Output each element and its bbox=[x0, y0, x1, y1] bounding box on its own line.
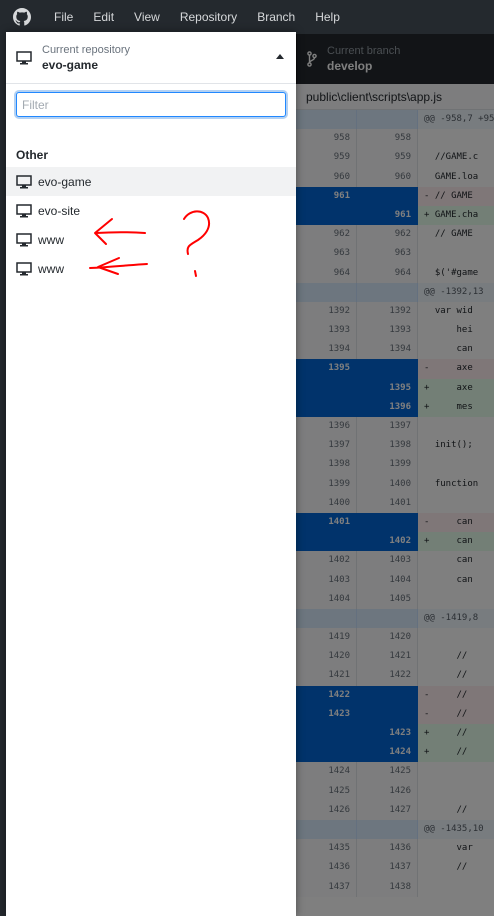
modal-dim-overlay[interactable] bbox=[296, 34, 494, 916]
menu-branch[interactable]: Branch bbox=[247, 0, 305, 34]
repository-list-item-label: evo-game bbox=[38, 174, 92, 189]
monitor-icon bbox=[16, 174, 36, 189]
monitor-icon bbox=[16, 232, 36, 247]
caret-up-icon bbox=[276, 54, 284, 59]
menu-bar: File Edit View Repository Branch Help bbox=[0, 0, 494, 34]
monitor-icon bbox=[16, 261, 36, 276]
monitor-icon bbox=[6, 50, 42, 65]
repository-list-item[interactable]: www bbox=[6, 254, 296, 283]
repository-list-item[interactable]: evo-site bbox=[6, 196, 296, 225]
repository-list-item[interactable]: evo-game bbox=[6, 167, 296, 196]
repository-dropdown: Current repository evo-game Other evo-ga… bbox=[6, 32, 296, 916]
repository-list-item-label: evo-site bbox=[38, 203, 81, 218]
repository-list-item-label: www bbox=[38, 232, 64, 247]
menu-help[interactable]: Help bbox=[305, 0, 350, 34]
repository-group-title: Other bbox=[16, 148, 49, 162]
menu-repository[interactable]: Repository bbox=[170, 0, 247, 34]
menu-edit[interactable]: Edit bbox=[83, 0, 124, 34]
menu-file[interactable]: File bbox=[44, 0, 83, 34]
monitor-icon bbox=[16, 203, 36, 218]
repository-list-item[interactable]: www bbox=[6, 225, 296, 254]
repository-list-item-label: www bbox=[38, 261, 64, 276]
github-logo-icon bbox=[0, 0, 44, 34]
current-repository-button[interactable]: Current repository evo-game bbox=[6, 32, 296, 84]
repository-filter-input[interactable] bbox=[16, 92, 286, 117]
current-repository-label: Current repository bbox=[42, 43, 131, 56]
current-repository-name: evo-game bbox=[42, 57, 99, 72]
menu-view[interactable]: View bbox=[124, 0, 170, 34]
